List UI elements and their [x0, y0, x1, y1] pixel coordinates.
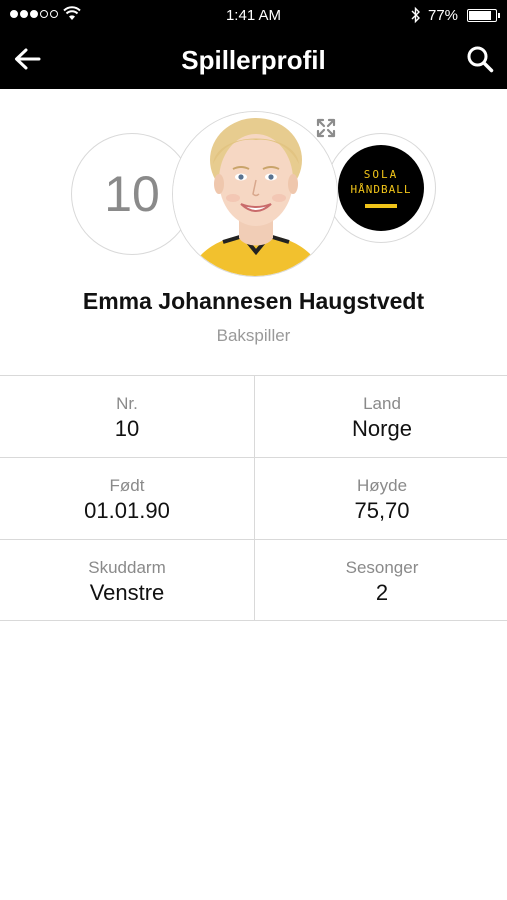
- info-label: Skuddarm: [88, 558, 166, 577]
- info-cell-country: Land Norge: [255, 376, 507, 458]
- info-value: 10: [114, 416, 140, 441]
- player-info-grid: Nr. 10 Land Norge Født 01.01.90 Høyde 75…: [0, 375, 507, 621]
- info-value: 75,70: [354, 498, 410, 523]
- club-logo: SOLA HÅNDBALL: [338, 145, 424, 231]
- info-row: Skuddarm Venstre Sesonger 2: [0, 539, 507, 621]
- info-cell-shooting-arm: Skuddarm Venstre: [0, 540, 254, 622]
- info-label: Født: [109, 476, 145, 495]
- club-logo-line2: HÅNDBALL: [350, 183, 412, 196]
- info-value: Venstre: [89, 580, 165, 605]
- info-cell-height: Høyde 75,70: [255, 458, 507, 540]
- club-logo-line1: SOLA: [363, 168, 399, 181]
- info-cell-number: Nr. 10: [0, 376, 254, 458]
- club-badge: SOLA HÅNDBALL: [326, 133, 436, 243]
- info-label: Nr.: [116, 394, 138, 413]
- info-value: Norge: [352, 416, 412, 441]
- player-name: Emma Johannesen Haugstvedt: [82, 288, 425, 314]
- search-icon: [467, 46, 494, 73]
- info-row: Født 01.01.90 Høyde 75,70: [0, 457, 507, 539]
- info-value: 2: [375, 580, 389, 605]
- info-value: 01.01.90: [84, 498, 170, 523]
- info-label: Høyde: [356, 476, 408, 495]
- app-header: Spillerprofil: [0, 31, 507, 89]
- player-portrait: [173, 112, 337, 276]
- expand-arrows-icon[interactable]: [315, 117, 337, 139]
- search-button[interactable]: [461, 40, 499, 78]
- status-bar: 1:41 AM 77%: [0, 0, 507, 31]
- info-label: Sesonger: [345, 558, 419, 577]
- player-photo[interactable]: [172, 111, 338, 277]
- info-label: Land: [363, 394, 401, 413]
- battery-icon: [467, 9, 500, 22]
- battery-percent: 77%: [428, 7, 459, 24]
- jersey-number: 10: [104, 166, 160, 222]
- info-cell-born: Født 01.01.90: [0, 458, 254, 540]
- info-cell-seasons: Sesonger 2: [255, 540, 507, 622]
- page-title: Spillerprofil: [181, 45, 326, 75]
- player-position: Bakspiller: [216, 326, 291, 345]
- info-row: Nr. 10 Land Norge: [0, 375, 507, 457]
- bluetooth-icon: [411, 6, 420, 24]
